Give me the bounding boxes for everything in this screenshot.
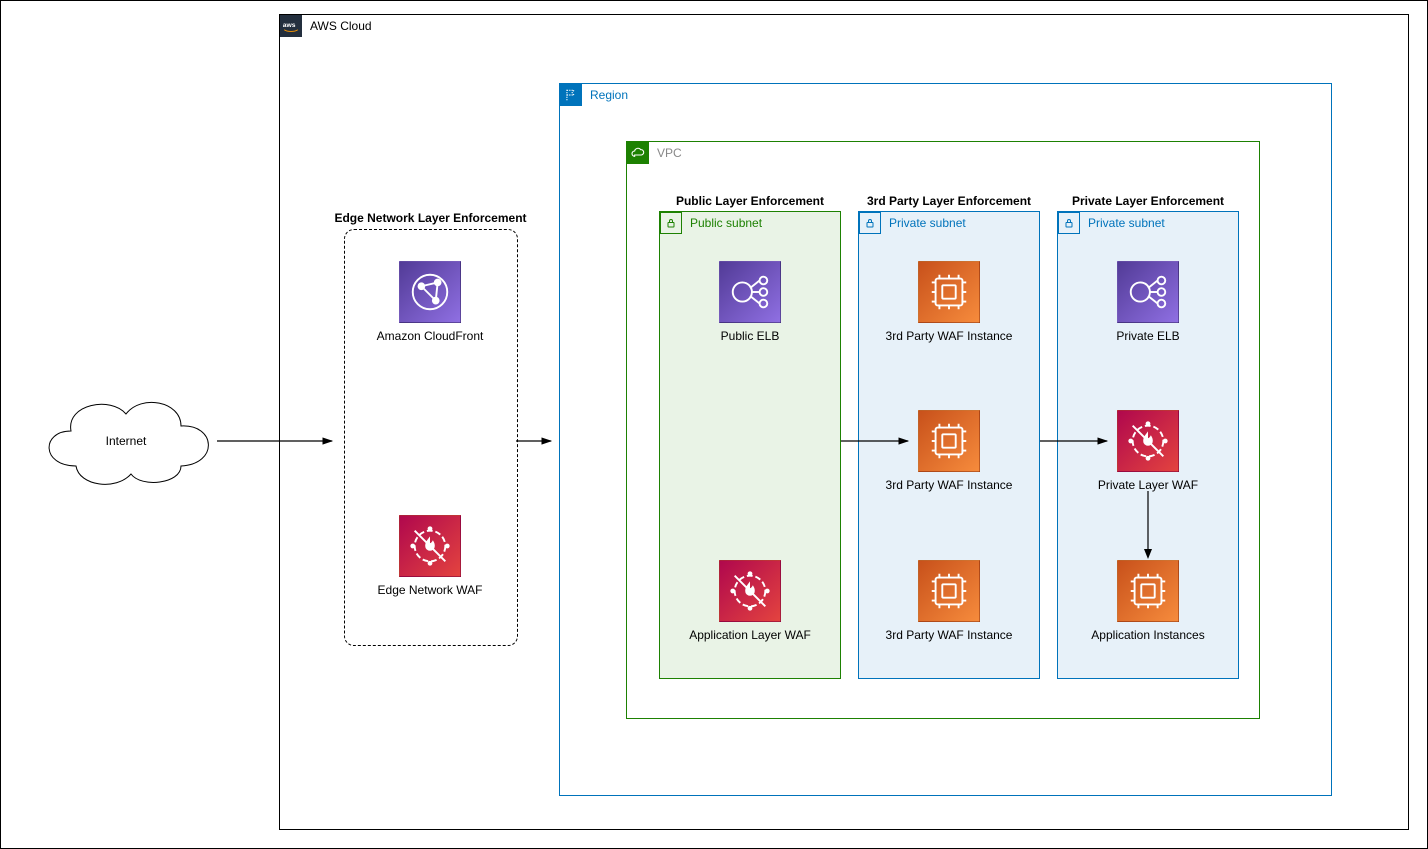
- waf-instance-2-caption: 3rd Party WAF Instance: [859, 478, 1039, 492]
- public-subnet-lock-icon: [660, 212, 682, 234]
- private-waf-icon: [1117, 410, 1179, 472]
- edge-group-title: Edge Network Layer Enforcement: [333, 211, 528, 225]
- private-lock-icon: [1058, 212, 1080, 234]
- third-party-title: 3rd Party Layer Enforcement: [858, 194, 1040, 208]
- public-elb-caption: Public ELB: [660, 329, 840, 343]
- internet-cloud: Internet: [31, 386, 221, 499]
- arrow-3rdparty-to-private: [1040, 431, 1117, 451]
- app-layer-waf-icon: [719, 560, 781, 622]
- internet-label: Internet: [31, 434, 221, 448]
- third-party-lock-icon: [859, 212, 881, 234]
- cloudfront-caption: Amazon CloudFront: [340, 329, 520, 343]
- cloudfront-icon: [399, 261, 461, 323]
- waf-instance-3-caption: 3rd Party WAF Instance: [859, 628, 1039, 642]
- app-instances-caption: Application Instances: [1058, 628, 1238, 642]
- waf-instance-1-caption: 3rd Party WAF Instance: [859, 329, 1039, 343]
- public-layer-title: Public Layer Enforcement: [659, 194, 841, 208]
- edge-waf-icon: [399, 515, 461, 577]
- third-party-subnet-label: Private subnet: [889, 216, 966, 230]
- app-layer-waf-caption: Application Layer WAF: [660, 628, 840, 642]
- app-instances-icon: [1117, 560, 1179, 622]
- private-elb-icon: [1117, 261, 1179, 323]
- public-elb-icon: [719, 261, 781, 323]
- aws-logo-icon: aws: [280, 15, 302, 37]
- edge-waf-caption: Edge Network WAF: [340, 583, 520, 597]
- private-subnet-label: Private subnet: [1088, 216, 1165, 230]
- arrow-public-to-3rdparty: [841, 431, 918, 451]
- private-layer-title: Private Layer Enforcement: [1057, 194, 1239, 208]
- private-elb-caption: Private ELB: [1058, 329, 1238, 343]
- diagram-canvas: Internet aws AWS Cloud Edge Network Laye…: [0, 0, 1428, 849]
- arrow-edge-to-region: [516, 431, 561, 451]
- region-flag-icon: [560, 84, 582, 106]
- aws-cloud-label: AWS Cloud: [310, 19, 372, 33]
- svg-text:aws: aws: [283, 22, 296, 29]
- private-waf-caption: Private Layer WAF: [1058, 478, 1238, 492]
- public-subnet-label: Public subnet: [690, 216, 762, 230]
- waf-instance-2-icon: [918, 410, 980, 472]
- waf-instance-3-icon: [918, 560, 980, 622]
- vpc-label: VPC: [657, 146, 682, 160]
- region-label: Region: [590, 88, 628, 102]
- waf-instance-1-icon: [918, 261, 980, 323]
- arrow-private-waf-to-app: [1138, 491, 1158, 561]
- vpc-cloud-icon: [627, 142, 649, 164]
